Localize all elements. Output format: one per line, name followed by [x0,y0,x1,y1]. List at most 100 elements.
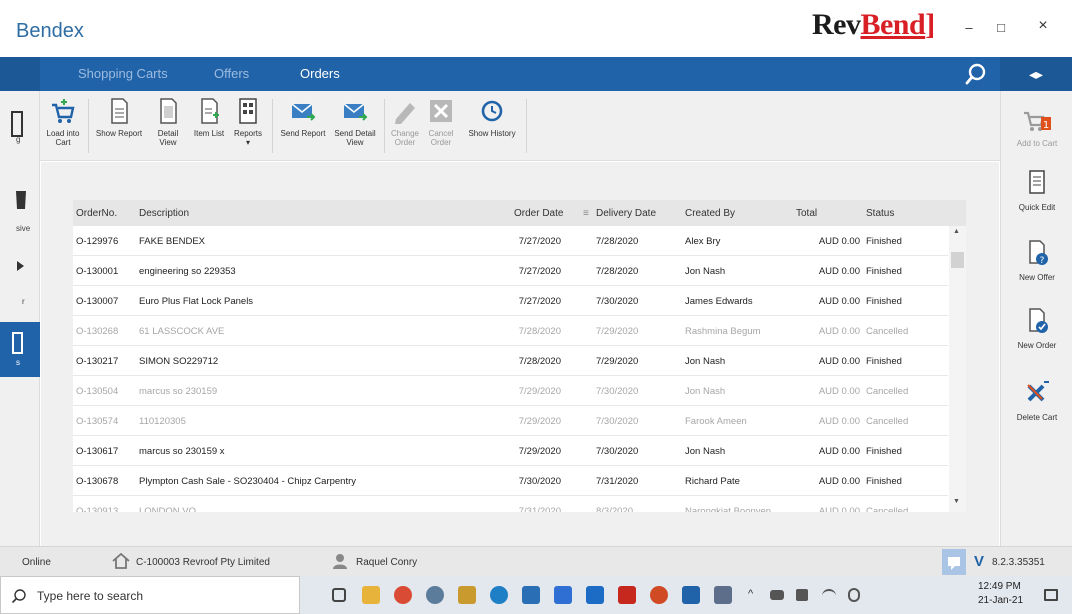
cell-total: AUD 0.00 [818,236,860,247]
store-icon[interactable] [522,586,540,604]
toolbar-separator [384,99,385,153]
task-view-icon[interactable] [332,588,346,602]
zoom-icon[interactable] [554,586,572,604]
cell-total: AUD 0.00 [818,476,860,487]
chrome-icon[interactable] [394,586,412,604]
archive-icon[interactable] [14,189,28,211]
notifications-icon[interactable] [1044,589,1058,601]
item-list-button[interactable]: Item List [190,97,228,138]
table-row[interactable]: O-130617 marcus so 230159 x 7/29/2020 7/30/… [73,436,948,466]
col-total[interactable]: Total [796,208,817,219]
file-explorer-icon[interactable] [362,586,380,604]
table-row[interactable]: O-129976 FAKE BENDEX 7/27/2020 7/28/2020 Ale… [73,226,948,256]
new-order-button[interactable]: New Order [1001,307,1072,350]
cell-total: AUD 0.00 [818,296,860,307]
cancel-order-button[interactable]: Cancel Order [426,97,456,147]
cell-order-date: 7/29/2020 [518,446,561,457]
cell-delivery-date: 7/29/2020 [596,356,639,367]
show-history-button[interactable]: Show History [464,97,520,138]
cell-created-by: Jon Nash [685,266,726,277]
chat-button[interactable] [942,549,966,575]
app-title: Bendex [16,20,84,42]
table-row[interactable]: O-130001 engineering so 229353 7/27/2020 7/… [73,256,948,286]
browser-icon[interactable] [426,586,444,604]
app-icon[interactable] [458,586,476,604]
powerpoint-icon[interactable] [650,586,668,604]
user-icon [333,554,347,569]
cell-created-by: Jon Nash [685,386,726,397]
wifi-icon[interactable] [822,589,836,601]
cell-description: FAKE BENDEX [139,236,205,247]
scroll-thumb[interactable] [951,252,964,268]
quick-edit-button[interactable]: Quick Edit [1001,169,1072,212]
item-list-icon [201,98,219,124]
new-order-icon [1029,308,1048,333]
col-status[interactable]: Status [866,208,894,219]
acrobat-icon[interactable] [618,586,636,604]
panel-toggle-icon[interactable]: ◂▸ [1000,57,1072,91]
cell-order-no: O-130217 [76,356,119,367]
cell-description: Euro Plus Flat Lock Panels [139,296,254,307]
table-row[interactable]: O-130504 marcus so 230159 7/29/2020 7/30/20… [73,376,948,406]
col-created-by[interactable]: Created By [685,208,735,219]
cell-status: Finished [866,296,902,307]
cart-add-icon [52,99,75,123]
new-offer-button[interactable]: ? New Offer [1001,239,1072,282]
send-report-button[interactable]: Send Report [278,97,328,138]
reports-dropdown-button[interactable]: Reports ▾ [232,97,264,147]
sidebar-item-orders[interactable]: s [0,322,40,377]
cell-total: AUD 0.00 [818,446,860,457]
cell-order-date: 7/29/2020 [518,386,561,397]
close-button[interactable]: × [1028,17,1058,37]
cell-delivery-date: 7/29/2020 [596,326,639,337]
document-icon[interactable] [10,111,24,137]
battery-icon[interactable] [770,590,784,600]
tab-orders[interactable]: Orders [300,66,340,81]
pen-icon[interactable] [848,588,860,602]
minimize-button[interactable]: – [954,20,984,40]
table-row[interactable]: O-130217 SIMON SO229712 7/28/2020 7/29/2020… [73,346,948,376]
col-order-no[interactable]: OrderNo. [76,208,117,219]
col-description[interactable]: Description [139,208,189,219]
volume-icon[interactable] [796,589,808,601]
scroll-up-icon[interactable]: ▲ [953,228,960,235]
delete-cart-button[interactable]: Delete Cart [1001,379,1072,422]
table-row[interactable]: O-130913 LONDON VO 7/31/2020 8/3/2020 Narong… [73,496,948,512]
remote-desktop-icon[interactable] [714,586,732,604]
table-row[interactable]: O-130268 61 LASSCOCK AVE 7/28/2020 7/29/202… [73,316,948,346]
windows-taskbar: Type here to search ^ 12:49 PM 21-Jan-21 [0,576,1072,614]
right-sidebar: 1 Add to Cart Quick Edit ? New Offer New… [1000,91,1072,546]
cell-delivery-date: 7/30/2020 [596,296,639,307]
cell-status: Finished [866,356,902,367]
outlook-icon[interactable] [586,586,604,604]
maximize-button[interactable]: □ [986,20,1016,40]
grid-scrollbar[interactable]: ▲ ▼ [949,226,966,512]
col-delivery-date[interactable]: Delivery Date [596,208,656,219]
table-row[interactable]: O-130574 110120305 7/29/2020 7/30/2020 Faroo… [73,406,948,436]
tab-shopping-carts[interactable]: Shopping Carts [78,66,168,81]
add-to-cart-button[interactable]: 1 Add to Cart [1001,105,1072,148]
bendex-taskbar-icon[interactable] [682,586,700,604]
table-row[interactable]: O-130678 Plympton Cash Sale - SO230404 - … [73,466,948,496]
change-order-button[interactable]: Change Order [390,97,420,147]
tray-overflow-icon[interactable]: ^ [748,588,753,600]
search-icon[interactable] [964,62,988,86]
taskbar-clock[interactable]: 12:49 PM 21-Jan-21 [978,580,1023,608]
show-report-button[interactable]: Show Report [94,97,144,138]
table-row[interactable]: O-130007 Euro Plus Flat Lock Panels 7/27/2… [73,286,948,316]
cell-created-by: Narongkiat Boonyen [685,506,772,512]
cell-description: engineering so 229353 [139,266,236,277]
edge-icon[interactable] [490,586,508,604]
load-into-cart-button[interactable]: Load into Cart [46,97,80,147]
cell-created-by: Alex Bry [685,236,721,247]
version-mark: V [974,553,985,570]
scroll-down-icon[interactable]: ▼ [953,498,960,505]
tab-offers[interactable]: Offers [214,66,249,81]
send-detail-view-button[interactable]: Send Detail View [332,97,378,147]
detail-view-button[interactable]: Detail View [152,97,184,147]
tag-icon[interactable] [16,259,26,273]
cell-created-by: Rashmina Begum [685,326,761,337]
cell-order-date: 7/31/2020 [518,506,561,512]
taskbar-search-input[interactable]: Type here to search [0,576,300,614]
col-order-date[interactable]: Order Date [514,208,563,219]
